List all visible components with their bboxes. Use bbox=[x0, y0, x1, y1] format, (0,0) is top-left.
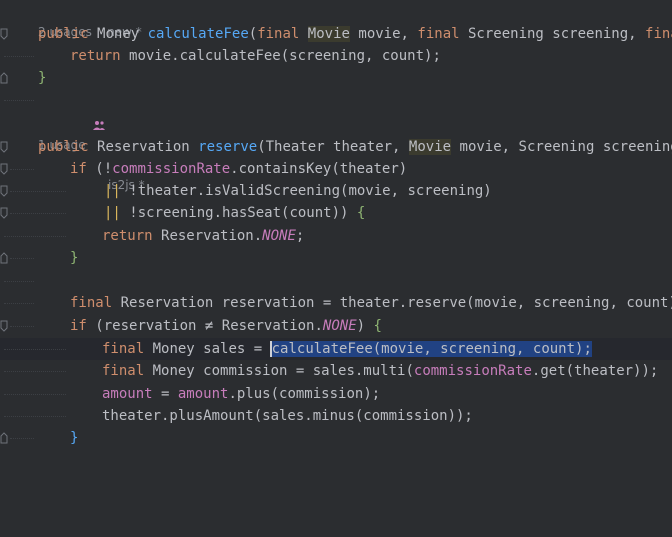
fold-end-icon[interactable] bbox=[0, 72, 8, 84]
fold-icon[interactable] bbox=[0, 207, 8, 219]
code-line-16[interactable]: } bbox=[0, 427, 672, 449]
code-line-blank[interactable] bbox=[0, 89, 672, 111]
code-editor[interactable]: 2 usages new * public Money calculateFee… bbox=[0, 0, 672, 454]
code-line-13[interactable]: final Money commission = sales.multi(com… bbox=[0, 360, 672, 382]
usage-hint-reserve[interactable]: 1 usage is2js * bbox=[0, 115, 672, 192]
fold-end-icon[interactable] bbox=[0, 252, 8, 264]
selected-text[interactable]: calculateFee(movie, screening, count); bbox=[269, 341, 592, 357]
code-line-11[interactable]: if (reservation ≠ Reservation.NONE) { bbox=[0, 315, 672, 337]
code-line-14[interactable]: amount = amount.plus(commission); bbox=[0, 383, 672, 405]
fold-icon[interactable] bbox=[0, 163, 8, 175]
fold-icon[interactable] bbox=[0, 28, 8, 40]
fold-icon[interactable] bbox=[0, 185, 8, 197]
fold-icon[interactable] bbox=[0, 141, 8, 153]
code-line-12-current[interactable]: final Money sales = calculateFee(movie, … bbox=[0, 338, 672, 360]
code-line-15[interactable]: theater.plusAmount(sales.minus(commissio… bbox=[0, 405, 672, 427]
code-line-6[interactable]: || !theater.isValidScreening(movie, scre… bbox=[0, 180, 672, 202]
code-line-7[interactable]: || !screening.hasSeat(count)) { bbox=[0, 202, 672, 224]
user-icon bbox=[93, 121, 105, 130]
code-line-9[interactable]: } bbox=[0, 247, 672, 269]
code-line-2[interactable]: return movie.calculateFee(screening, cou… bbox=[0, 45, 672, 67]
code-line-10[interactable]: final Reservation reservation = theater.… bbox=[0, 292, 672, 314]
code-line-blank-2[interactable] bbox=[0, 270, 672, 292]
usage-hint-calculate-fee[interactable]: 2 usages new * bbox=[0, 2, 672, 39]
fold-icon[interactable] bbox=[0, 320, 8, 332]
code-line-8[interactable]: return Reservation.NONE; bbox=[0, 225, 672, 247]
code-line-5[interactable]: if (!commissionRate.containsKey(theater) bbox=[0, 158, 672, 180]
code-line-4[interactable]: public Reservation reserve(Theater theat… bbox=[0, 136, 672, 158]
fold-end-icon[interactable] bbox=[0, 432, 8, 444]
code-line-3[interactable]: } bbox=[0, 67, 672, 89]
code-line-1[interactable]: public Money calculateFee(final Movie mo… bbox=[0, 23, 672, 45]
